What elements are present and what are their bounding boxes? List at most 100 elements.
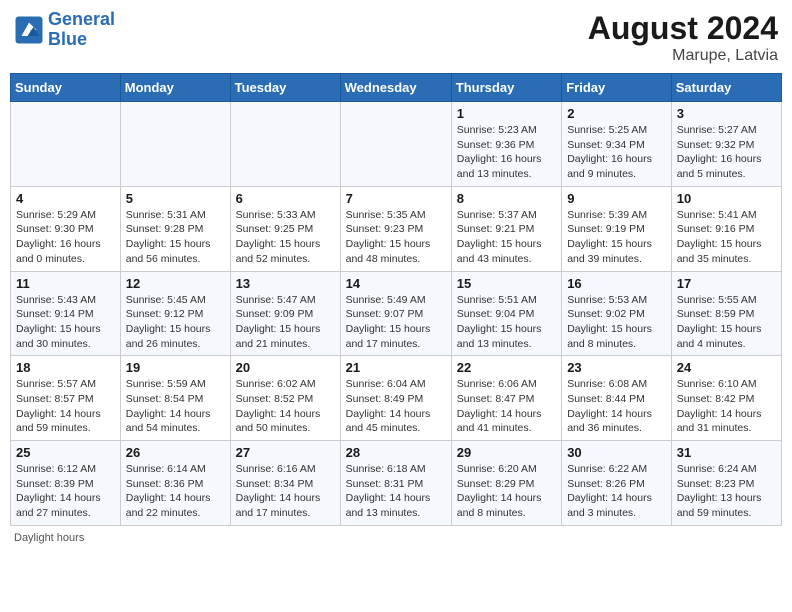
day-info: Sunrise: 5:59 AM Sunset: 8:54 PM Dayligh… [126, 377, 225, 436]
week-row-3: 11 Sunrise: 5:43 AM Sunset: 9:14 PM Dayli… [11, 271, 782, 356]
day-cell: 29 Sunrise: 6:20 AM Sunset: 8:29 PM Dayli… [451, 441, 561, 526]
day-info: Sunrise: 5:41 AM Sunset: 9:16 PM Dayligh… [677, 208, 776, 267]
col-header-wednesday: Wednesday [340, 74, 451, 102]
day-cell [230, 102, 340, 187]
day-info: Sunrise: 5:27 AM Sunset: 9:32 PM Dayligh… [677, 123, 776, 182]
week-row-5: 25Sunrise: 6:12 AM Sunset: 8:39 PM Dayli… [11, 441, 782, 526]
day-info: Sunrise: 6:16 AM Sunset: 8:34 PM Dayligh… [236, 462, 335, 521]
day-info: Sunrise: 5:51 AM Sunset: 9:04 PM Dayligh… [457, 293, 556, 352]
day-number: 26 [126, 445, 225, 460]
day-cell: 26Sunrise: 6:14 AM Sunset: 8:36 PM Dayli… [120, 441, 230, 526]
day-number: 6 [236, 191, 335, 206]
day-info: Sunrise: 6:06 AM Sunset: 8:47 PM Dayligh… [457, 377, 556, 436]
day-cell: 22Sunrise: 6:06 AM Sunset: 8:47 PM Dayli… [451, 356, 561, 441]
day-cell: 23 Sunrise: 6:08 AM Sunset: 8:44 PM Dayli… [562, 356, 672, 441]
day-info: Sunrise: 6:04 AM Sunset: 8:49 PM Dayligh… [346, 377, 446, 436]
day-cell: 3 Sunrise: 5:27 AM Sunset: 9:32 PM Daylig… [671, 102, 781, 187]
calendar-table: SundayMondayTuesdayWednesdayThursdayFrid… [10, 73, 782, 526]
day-info: Sunrise: 5:49 AM Sunset: 9:07 PM Dayligh… [346, 293, 446, 352]
day-cell: 19 Sunrise: 5:59 AM Sunset: 8:54 PM Dayli… [120, 356, 230, 441]
day-cell: 1 Sunrise: 5:23 AM Sunset: 9:36 PM Daylig… [451, 102, 561, 187]
day-info: Sunrise: 6:22 AM Sunset: 8:26 PM Dayligh… [567, 462, 666, 521]
day-number: 14 [346, 276, 446, 291]
day-number: 25 [16, 445, 115, 460]
day-info: Sunrise: 5:57 AM Sunset: 8:57 PM Dayligh… [16, 377, 115, 436]
day-info: Sunrise: 6:02 AM Sunset: 8:52 PM Dayligh… [236, 377, 335, 436]
day-info: Sunrise: 5:35 AM Sunset: 9:23 PM Dayligh… [346, 208, 446, 267]
day-number: 31 [677, 445, 776, 460]
day-info: Sunrise: 5:37 AM Sunset: 9:21 PM Dayligh… [457, 208, 556, 267]
day-number: 30 [567, 445, 666, 460]
day-info: Sunrise: 5:39 AM Sunset: 9:19 PM Dayligh… [567, 208, 666, 267]
day-info: Sunrise: 6:08 AM Sunset: 8:44 PM Dayligh… [567, 377, 666, 436]
day-info: Sunrise: 6:18 AM Sunset: 8:31 PM Dayligh… [346, 462, 446, 521]
day-cell: 24Sunrise: 6:10 AM Sunset: 8:42 PM Dayli… [671, 356, 781, 441]
calendar-header-row: SundayMondayTuesdayWednesdayThursdayFrid… [11, 74, 782, 102]
day-cell: 25Sunrise: 6:12 AM Sunset: 8:39 PM Dayli… [11, 441, 121, 526]
day-cell [11, 102, 121, 187]
day-number: 11 [16, 276, 115, 291]
day-cell: 15 Sunrise: 5:51 AM Sunset: 9:04 PM Dayli… [451, 271, 561, 356]
day-number: 2 [567, 106, 666, 121]
day-number: 18 [16, 360, 115, 375]
day-number: 28 [346, 445, 446, 460]
day-cell: 12Sunrise: 5:45 AM Sunset: 9:12 PM Dayli… [120, 271, 230, 356]
day-number: 29 [457, 445, 556, 460]
day-number: 23 [567, 360, 666, 375]
day-cell: 30 Sunrise: 6:22 AM Sunset: 8:26 PM Dayli… [562, 441, 672, 526]
day-info: Sunrise: 5:31 AM Sunset: 9:28 PM Dayligh… [126, 208, 225, 267]
col-header-tuesday: Tuesday [230, 74, 340, 102]
day-number: 13 [236, 276, 335, 291]
col-header-friday: Friday [562, 74, 672, 102]
day-cell: 11 Sunrise: 5:43 AM Sunset: 9:14 PM Dayli… [11, 271, 121, 356]
day-number: 3 [677, 106, 776, 121]
title-block: August 2024 Marupe, Latvia [588, 10, 778, 65]
day-info: Sunrise: 5:45 AM Sunset: 9:12 PM Dayligh… [126, 293, 225, 352]
week-row-2: 4 Sunrise: 5:29 AM Sunset: 9:30 PM Daylig… [11, 186, 782, 271]
day-number: 9 [567, 191, 666, 206]
day-cell: 4 Sunrise: 5:29 AM Sunset: 9:30 PM Daylig… [11, 186, 121, 271]
day-number: 27 [236, 445, 335, 460]
day-info: Sunrise: 6:20 AM Sunset: 8:29 PM Dayligh… [457, 462, 556, 521]
day-number: 4 [16, 191, 115, 206]
day-info: Sunrise: 5:33 AM Sunset: 9:25 PM Dayligh… [236, 208, 335, 267]
day-number: 17 [677, 276, 776, 291]
day-info: Sunrise: 5:55 AM Sunset: 8:59 PM Dayligh… [677, 293, 776, 352]
logo: General Blue [14, 10, 115, 50]
day-cell [340, 102, 451, 187]
day-number: 19 [126, 360, 225, 375]
day-number: 21 [346, 360, 446, 375]
day-info: Sunrise: 5:25 AM Sunset: 9:34 PM Dayligh… [567, 123, 666, 182]
day-number: 5 [126, 191, 225, 206]
day-cell: 18 Sunrise: 5:57 AM Sunset: 8:57 PM Dayli… [11, 356, 121, 441]
day-info: Sunrise: 5:23 AM Sunset: 9:36 PM Dayligh… [457, 123, 556, 182]
day-info: Sunrise: 5:47 AM Sunset: 9:09 PM Dayligh… [236, 293, 335, 352]
day-info: Sunrise: 5:29 AM Sunset: 9:30 PM Dayligh… [16, 208, 115, 267]
day-cell: 9 Sunrise: 5:39 AM Sunset: 9:19 PM Daylig… [562, 186, 672, 271]
day-info: Sunrise: 5:43 AM Sunset: 9:14 PM Dayligh… [16, 293, 115, 352]
day-number: 15 [457, 276, 556, 291]
week-row-1: 1 Sunrise: 5:23 AM Sunset: 9:36 PM Daylig… [11, 102, 782, 187]
week-row-4: 18 Sunrise: 5:57 AM Sunset: 8:57 PM Dayli… [11, 356, 782, 441]
logo-icon [14, 15, 44, 45]
day-cell: 31Sunrise: 6:24 AM Sunset: 8:23 PM Dayli… [671, 441, 781, 526]
day-info: Sunrise: 5:53 AM Sunset: 9:02 PM Dayligh… [567, 293, 666, 352]
day-cell: 27 Sunrise: 6:16 AM Sunset: 8:34 PM Dayli… [230, 441, 340, 526]
day-number: 1 [457, 106, 556, 121]
day-number: 10 [677, 191, 776, 206]
location-subtitle: Marupe, Latvia [588, 47, 778, 65]
page-header: General Blue August 2024 Marupe, Latvia [10, 10, 782, 65]
day-cell: 2 Sunrise: 5:25 AM Sunset: 9:34 PM Daylig… [562, 102, 672, 187]
day-cell: 28 Sunrise: 6:18 AM Sunset: 8:31 PM Dayli… [340, 441, 451, 526]
day-cell: 14 Sunrise: 5:49 AM Sunset: 9:07 PM Dayli… [340, 271, 451, 356]
day-cell: 20 Sunrise: 6:02 AM Sunset: 8:52 PM Dayli… [230, 356, 340, 441]
day-cell: 17 Sunrise: 5:55 AM Sunset: 8:59 PM Dayli… [671, 271, 781, 356]
day-cell: 13 Sunrise: 5:47 AM Sunset: 9:09 PM Dayli… [230, 271, 340, 356]
day-number: 20 [236, 360, 335, 375]
day-cell [120, 102, 230, 187]
day-info: Sunrise: 6:10 AM Sunset: 8:42 PM Dayligh… [677, 377, 776, 436]
month-year-title: August 2024 [588, 10, 778, 47]
day-cell: 7Sunrise: 5:35 AM Sunset: 9:23 PM Daylig… [340, 186, 451, 271]
col-header-thursday: Thursday [451, 74, 561, 102]
day-cell: 16Sunrise: 5:53 AM Sunset: 9:02 PM Dayli… [562, 271, 672, 356]
